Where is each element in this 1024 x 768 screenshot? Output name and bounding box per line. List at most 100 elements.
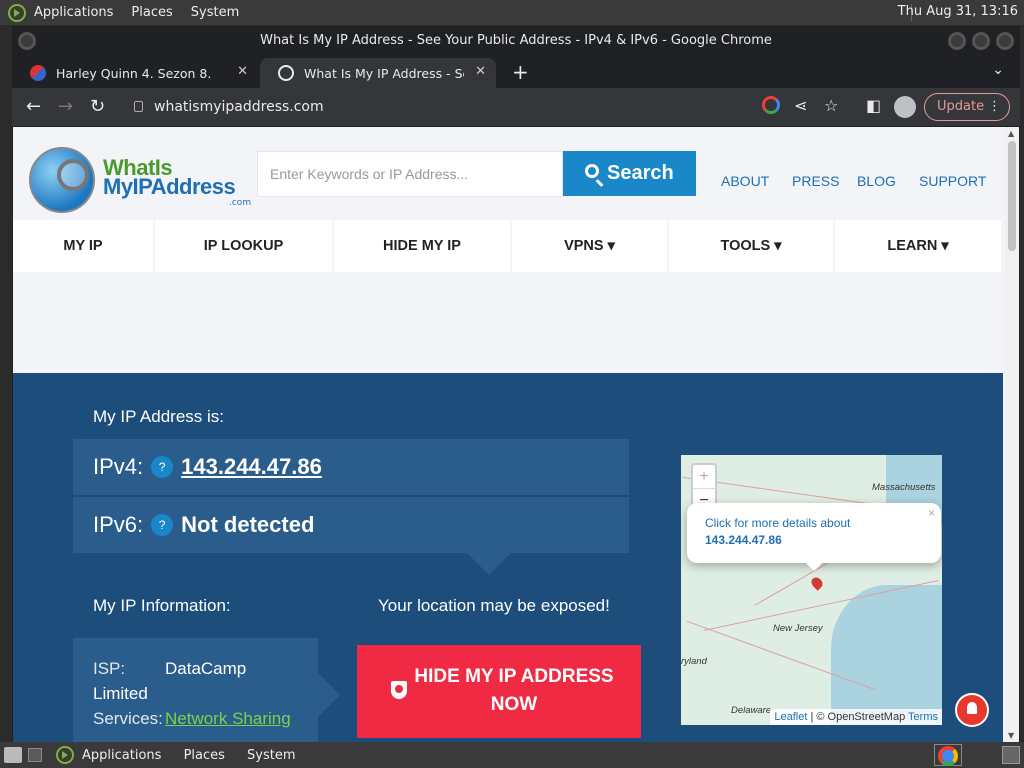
google-lens-icon[interactable]	[762, 96, 780, 114]
ipv6-label: IPv6:	[93, 512, 144, 537]
nav-hide-my-ip[interactable]: HIDE MY IP	[334, 220, 510, 272]
page-scrollbar[interactable]: ▲ ▼	[1005, 127, 1019, 742]
notification-bell-icon[interactable]	[955, 693, 989, 727]
side-panel-icon[interactable]: ◧	[866, 96, 881, 115]
show-desktop-icon[interactable]	[4, 747, 22, 763]
tab-close-icon[interactable]: ✕	[237, 64, 248, 79]
popup-ip: 143.244.47.86	[705, 533, 782, 547]
scroll-up-icon[interactable]: ▲	[1008, 129, 1014, 138]
menu-places[interactable]: Places	[184, 748, 225, 763]
map-attribution: Leaflet | © OpenStreetMap Terms	[770, 709, 942, 725]
my-ip-heading: My IP Address is:	[93, 407, 225, 426]
link-press[interactable]: PRESS	[792, 173, 839, 189]
exposed-warning: Your location may be exposed!	[378, 596, 610, 615]
map-label-new-jersey: New Jersey	[773, 623, 823, 634]
map-label-maryland: ryland	[681, 656, 707, 667]
menu-applications[interactable]: Applications	[34, 5, 113, 20]
tab-title: What Is My IP Address - See Your	[304, 65, 464, 81]
nav-ip-lookup[interactable]: IP LOOKUP	[155, 220, 332, 272]
search-input[interactable]: Enter Keywords or IP Address...	[257, 151, 563, 197]
map-label-massachusetts: Massachusetts	[872, 482, 936, 493]
nav-vpns[interactable]: VPNS ▾	[512, 220, 667, 272]
logo-text-line2: MyIPAddress	[103, 174, 236, 199]
hide-my-ip-button[interactable]: HIDE MY IP ADDRESS NOW	[357, 645, 641, 738]
maximize-icon[interactable]	[972, 32, 990, 50]
search-button[interactable]: Search	[563, 151, 696, 196]
link-support[interactable]: SUPPORT	[919, 173, 986, 189]
scroll-down-icon[interactable]: ▼	[1008, 731, 1014, 740]
distro-logo-icon[interactable]	[56, 746, 74, 764]
isp-value-cont: Limited	[93, 684, 148, 703]
ipv6-value: Not detected	[181, 512, 315, 537]
clock[interactable]: Thu Aug 31, 13:16	[898, 4, 1018, 19]
tab-strip: Harley Quinn 4. Sezon 8. Bölüm ✕ What Is…	[12, 56, 1020, 88]
popup-tip	[805, 562, 823, 571]
menu-system[interactable]: System	[191, 5, 239, 20]
map-label-delaware: Delaware	[731, 705, 772, 716]
update-button[interactable]: Update ⋮	[924, 93, 1010, 121]
menu-places[interactable]: Places	[131, 5, 172, 20]
main-nav: MY IP IP LOOKUP HIDE MY IP VPNS ▾ TOOLS …	[13, 220, 1003, 272]
menu-system[interactable]: System	[247, 748, 295, 763]
ip-info-heading: My IP Information:	[93, 596, 231, 615]
bookmark-star-icon[interactable]: ☆	[824, 96, 838, 115]
popup-text: Click for more details about	[705, 516, 851, 530]
minimize-icon[interactable]	[948, 32, 966, 50]
services-row: Services: Network Sharing	[93, 706, 318, 731]
help-icon[interactable]: ?	[151, 456, 174, 478]
nav-tools[interactable]: TOOLS ▾	[669, 220, 833, 272]
ip-hero-section: My IP Address is: IPv4: ? 143.244.47.86 …	[13, 373, 1003, 742]
tab-search-chevron-icon[interactable]: ⌄	[992, 62, 1004, 78]
isp-value: DataCamp	[165, 659, 247, 678]
info-arrow	[318, 673, 340, 717]
nav-learn[interactable]: LEARN ▾	[835, 220, 1001, 272]
link-blog[interactable]: BLOG	[857, 173, 896, 189]
site-header: WhatIs MyIPAddress .com Enter Keywords o…	[13, 127, 1003, 220]
ipv4-label: IPv4:	[93, 454, 144, 479]
trash-icon[interactable]	[1002, 746, 1020, 764]
site-logo[interactable]: WhatIs MyIPAddress .com	[29, 143, 251, 215]
share-icon[interactable]: ⋖	[794, 96, 807, 115]
tab-harley-quinn[interactable]: Harley Quinn 4. Sezon 8. Bölüm ✕	[12, 58, 258, 88]
leaflet-link[interactable]: Leaflet	[774, 711, 807, 723]
link-about[interactable]: ABOUT	[721, 173, 769, 189]
scrollbar-thumb[interactable]	[1008, 141, 1016, 251]
profile-avatar-icon[interactable]	[894, 96, 916, 118]
popup-close-icon[interactable]: ×	[928, 505, 935, 522]
terms-link[interactable]: Terms	[908, 711, 938, 723]
window-titlebar: What Is My IP Address - See Your Public …	[12, 26, 1020, 56]
location-map[interactable]: + − Massachusetts New Jersey ryland Dela…	[681, 455, 942, 725]
isp-row: ISP: DataCamp	[93, 656, 318, 681]
update-label: Update	[937, 99, 985, 114]
new-tab-icon[interactable]: +	[512, 60, 529, 84]
workspace-icon[interactable]	[28, 748, 42, 762]
page-viewport: WhatIs MyIPAddress .com Enter Keywords o…	[13, 127, 1019, 742]
lock-icon[interactable]	[134, 101, 143, 112]
nav-my-ip[interactable]: MY IP	[13, 220, 153, 272]
services-link[interactable]: Network Sharing	[165, 709, 291, 728]
map-marker-icon[interactable]	[809, 575, 825, 591]
search-button-label: Search	[607, 162, 674, 184]
ipv4-value[interactable]: 143.244.47.86	[181, 454, 322, 480]
tab-favicon-icon	[30, 65, 46, 81]
back-icon[interactable]: ←	[26, 96, 41, 117]
bottom-panel: Applications Places System	[0, 742, 1024, 768]
forward-icon[interactable]: →	[58, 96, 73, 117]
tab-title: Harley Quinn 4. Sezon 8. Bölüm	[56, 65, 216, 81]
help-icon[interactable]: ?	[151, 514, 174, 536]
kebab-menu-icon[interactable]: ⋮	[988, 94, 1001, 120]
reload-icon[interactable]: ↻	[90, 96, 105, 117]
menu-applications[interactable]: Applications	[82, 748, 161, 763]
zoom-in-button[interactable]: +	[693, 465, 715, 489]
globe-magnifier-icon	[29, 147, 95, 213]
window-menu-icon[interactable]	[18, 32, 36, 50]
tab-whatismyip[interactable]: What Is My IP Address - See Your ✕	[260, 58, 496, 88]
distro-logo-icon[interactable]	[8, 3, 26, 22]
browser-toolbar: ← → ↻ whatismyipaddress.com ⋖ ☆ ◧ Update…	[12, 88, 1020, 126]
ipv4-row: IPv4: ? 143.244.47.86	[73, 439, 629, 495]
tab-close-icon[interactable]: ✕	[475, 64, 486, 79]
map-popup[interactable]: × Click for more details about 143.244.4…	[687, 503, 941, 563]
isp-label: ISP:	[93, 659, 126, 678]
hide-button-line1: HIDE MY IP ADDRESS	[414, 666, 614, 687]
close-window-icon[interactable]	[996, 32, 1014, 50]
